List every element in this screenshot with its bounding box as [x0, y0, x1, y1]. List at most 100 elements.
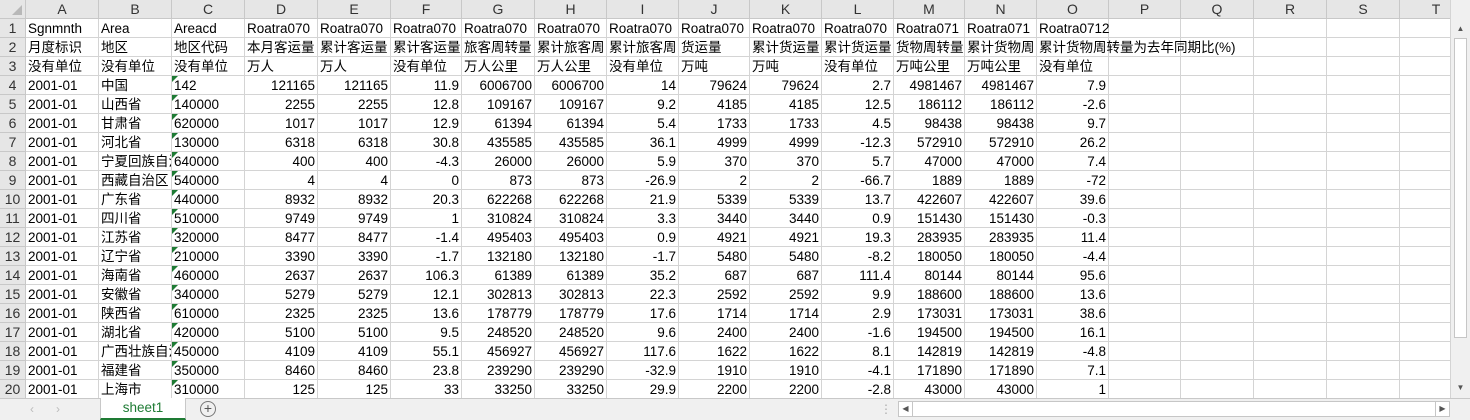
cell-O8[interactable]: 7.4 — [1037, 152, 1109, 171]
cell-F5[interactable]: 12.8 — [391, 95, 462, 114]
cell-T1[interactable] — [1400, 19, 1450, 38]
cell-J5[interactable]: 4185 — [679, 95, 750, 114]
cell-L12[interactable]: 19.3 — [822, 228, 894, 247]
cell-S5[interactable] — [1327, 95, 1400, 114]
cell-I18[interactable]: 117.6 — [607, 342, 679, 361]
cell-B12[interactable]: 江苏省 — [99, 228, 172, 247]
cell-Q20[interactable] — [1181, 380, 1254, 398]
cell-G4[interactable]: 6006700 — [462, 76, 535, 95]
cell-L18[interactable]: 8.1 — [822, 342, 894, 361]
cell-J6[interactable]: 1733 — [679, 114, 750, 133]
cell-Q10[interactable] — [1181, 190, 1254, 209]
cell-I16[interactable]: 17.6 — [607, 304, 679, 323]
cell-K10[interactable]: 5339 — [750, 190, 822, 209]
number-as-text-indicator-icon[interactable] — [172, 190, 178, 196]
cell-O1[interactable]: Roatra0712 — [1037, 19, 1110, 38]
cell-P8[interactable] — [1109, 152, 1181, 171]
cell-O5[interactable]: -2.6 — [1037, 95, 1109, 114]
cell-A13[interactable]: 2001-01 — [26, 247, 99, 266]
cell-H10[interactable]: 622268 — [535, 190, 607, 209]
row-header-12[interactable]: 12 — [0, 228, 26, 247]
cell-S13[interactable] — [1327, 247, 1400, 266]
cell-T20[interactable] — [1400, 380, 1450, 398]
cell-D20[interactable]: 125 — [245, 380, 318, 398]
cell-N8[interactable]: 47000 — [965, 152, 1037, 171]
cell-L15[interactable]: 9.9 — [822, 285, 894, 304]
cell-Q11[interactable] — [1181, 209, 1254, 228]
cell-J9[interactable]: 2 — [679, 171, 750, 190]
cell-Q16[interactable] — [1181, 304, 1254, 323]
cell-O2[interactable]: 累计货物周转量为去年同期比(%) — [1037, 38, 1236, 57]
spreadsheet-grid[interactable]: A B C D E F G H I J K L M N O P Q R S T 1 Sgnmnth Area Areacd Ro… — [0, 0, 1450, 398]
prev-sheet-icon[interactable]: ‹ — [30, 402, 34, 416]
cell-E13[interactable]: 3390 — [318, 247, 391, 266]
column-header-I[interactable]: I — [607, 0, 679, 19]
cell-J18[interactable]: 1622 — [679, 342, 750, 361]
cell-T16[interactable] — [1400, 304, 1450, 323]
cell-P3[interactable] — [1109, 57, 1181, 76]
cell-A16[interactable]: 2001-01 — [26, 304, 99, 323]
cell-L3[interactable]: 没有单位 — [822, 57, 894, 76]
cell-P15[interactable] — [1109, 285, 1181, 304]
cell-D4[interactable]: 121165 — [245, 76, 318, 95]
cell-C2[interactable]: 地区代码 — [172, 38, 245, 57]
cell-L2[interactable]: 累计货运量 — [822, 38, 894, 57]
cell-L4[interactable]: 2.7 — [822, 76, 894, 95]
cell-O11[interactable]: -0.3 — [1037, 209, 1109, 228]
cell-K2[interactable]: 累计货运量 — [750, 38, 822, 57]
cell-N5[interactable]: 186112 — [965, 95, 1037, 114]
scroll-up-arrow-icon[interactable]: ▲ — [1453, 21, 1468, 36]
scroll-left-arrow-icon[interactable]: ◀ — [899, 402, 913, 416]
cell-H14[interactable]: 61389 — [535, 266, 607, 285]
cell-C19[interactable]: 350000 — [172, 361, 245, 380]
cell-N2[interactable]: 累计货物周 — [965, 38, 1037, 57]
cell-S19[interactable] — [1327, 361, 1400, 380]
cell-E14[interactable]: 2637 — [318, 266, 391, 285]
cell-Q8[interactable] — [1181, 152, 1254, 171]
cell-I10[interactable]: 21.9 — [607, 190, 679, 209]
column-header-B[interactable]: B — [99, 0, 172, 19]
cell-H19[interactable]: 239290 — [535, 361, 607, 380]
cell-I8[interactable]: 5.9 — [607, 152, 679, 171]
cell-H2[interactable]: 累计旅客周 — [535, 38, 607, 57]
cell-D8[interactable]: 400 — [245, 152, 318, 171]
cell-I1[interactable]: Roatra070 — [607, 19, 679, 38]
cell-D14[interactable]: 2637 — [245, 266, 318, 285]
cell-B17[interactable]: 湖北省 — [99, 323, 172, 342]
cell-T8[interactable] — [1400, 152, 1450, 171]
column-header-K[interactable]: K — [750, 0, 822, 19]
cell-E10[interactable]: 8932 — [318, 190, 391, 209]
cell-S8[interactable] — [1327, 152, 1400, 171]
cell-R5[interactable] — [1254, 95, 1327, 114]
cell-K16[interactable]: 1714 — [750, 304, 822, 323]
cell-R19[interactable] — [1254, 361, 1327, 380]
cell-B11[interactable]: 四川省 — [99, 209, 172, 228]
cell-B16[interactable]: 陕西省 — [99, 304, 172, 323]
cell-F3[interactable]: 没有单位 — [391, 57, 462, 76]
cell-S18[interactable] — [1327, 342, 1400, 361]
cell-R16[interactable] — [1254, 304, 1327, 323]
cell-C7[interactable]: 130000 — [172, 133, 245, 152]
cell-G18[interactable]: 456927 — [462, 342, 535, 361]
cell-O15[interactable]: 13.6 — [1037, 285, 1109, 304]
cell-N7[interactable]: 572910 — [965, 133, 1037, 152]
vertical-scroll-thumb[interactable] — [1454, 38, 1467, 338]
row-header-19[interactable]: 19 — [0, 361, 26, 380]
cell-A14[interactable]: 2001-01 — [26, 266, 99, 285]
cell-B9[interactable]: 西藏自治区 — [99, 171, 172, 190]
number-as-text-indicator-icon[interactable] — [172, 266, 178, 272]
cell-B18[interactable]: 广西壮族自治区 — [99, 342, 172, 361]
row-header-9[interactable]: 9 — [0, 171, 26, 190]
cell-A19[interactable]: 2001-01 — [26, 361, 99, 380]
cell-N1[interactable]: Roatra071 — [965, 19, 1037, 38]
cell-P5[interactable] — [1109, 95, 1181, 114]
cell-N18[interactable]: 142819 — [965, 342, 1037, 361]
column-header-F[interactable]: F — [391, 0, 462, 19]
cell-M12[interactable]: 283935 — [894, 228, 965, 247]
cell-P4[interactable] — [1109, 76, 1181, 95]
cell-I19[interactable]: -32.9 — [607, 361, 679, 380]
cell-K18[interactable]: 1622 — [750, 342, 822, 361]
column-header-A[interactable]: A — [26, 0, 99, 19]
cell-C1[interactable]: Areacd — [172, 19, 245, 38]
cell-M3[interactable]: 万吨公里 — [894, 57, 965, 76]
